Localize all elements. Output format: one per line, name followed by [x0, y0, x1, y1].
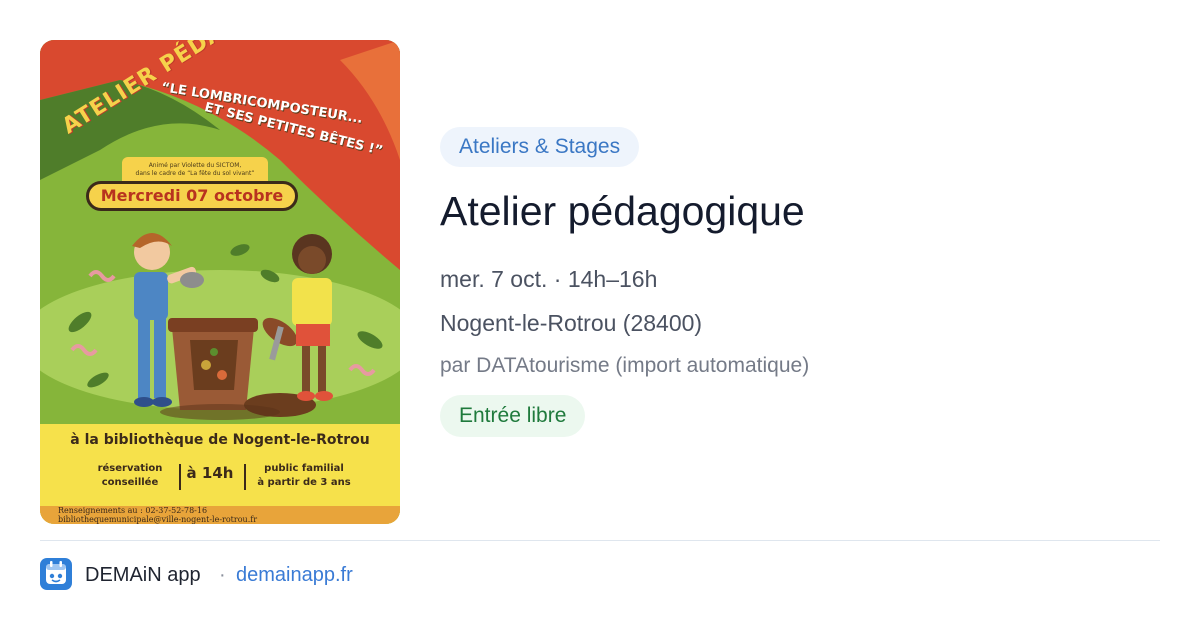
poster-separator: [179, 464, 181, 490]
poster-booking-line-1: réservation: [97, 463, 163, 474]
category-badge[interactable]: Ateliers & Stages: [440, 127, 640, 167]
event-title: Atelier pédagogique: [440, 188, 805, 234]
demain-app-logo-icon: [40, 558, 72, 590]
poster-venue: à la bibliothèque de Nogent-le-Rotrou: [70, 432, 370, 448]
poster-credit-line-2: dans le cadre de “La fête du sol vivant”: [135, 170, 255, 177]
poster-contact-line-1: Renseignements au : 02-37-52-78-16: [58, 506, 208, 515]
poster-credit-line-1: Animé par Violette du SICTOM,: [148, 162, 242, 169]
poster-time: à 14h: [186, 464, 234, 482]
brand-name: DEMAiN app: [85, 564, 201, 586]
site-link[interactable]: demainapp.fr: [236, 563, 353, 587]
poster-booking-line-2: conseillée: [101, 477, 159, 488]
footer-separator: ·: [219, 564, 226, 586]
event-poster-image: ATELIER PÉDAGOGIQUE ! “LE LOMBRICOMPOSTE…: [40, 40, 400, 524]
logo-glyph: [46, 561, 66, 584]
event-source: par DATAtourisme (import automatique): [440, 354, 810, 377]
poster-booking-info: réservation conseillée: [84, 462, 176, 490]
event-preview-card[interactable]: ATELIER PÉDAGOGIQUE ! “LE LOMBRICOMPOSTE…: [0, 0, 1200, 630]
poster-audience-line-1: public familial: [264, 463, 344, 474]
footer-divider: [40, 540, 1160, 541]
poster-separator: [244, 464, 246, 490]
poster-audience-info: public familial à partir de 3 ans: [248, 462, 360, 490]
poster-date-badge: Mercredi 07 octobre: [86, 181, 298, 211]
event-datetime: mer. 7 oct. · 14h–16h: [440, 266, 658, 292]
poster-audience-line-2: à partir de 3 ans: [257, 477, 351, 488]
poster-contact-line-2: bibliothequemunicipale@ville-nogent-le-r…: [58, 515, 258, 524]
event-location: Nogent-le-Rotrou (28400): [440, 310, 703, 336]
poster-contact: Renseignements au : 02-37-52-78-16 bibli…: [58, 506, 257, 524]
price-badge: Entrée libre: [440, 395, 586, 437]
